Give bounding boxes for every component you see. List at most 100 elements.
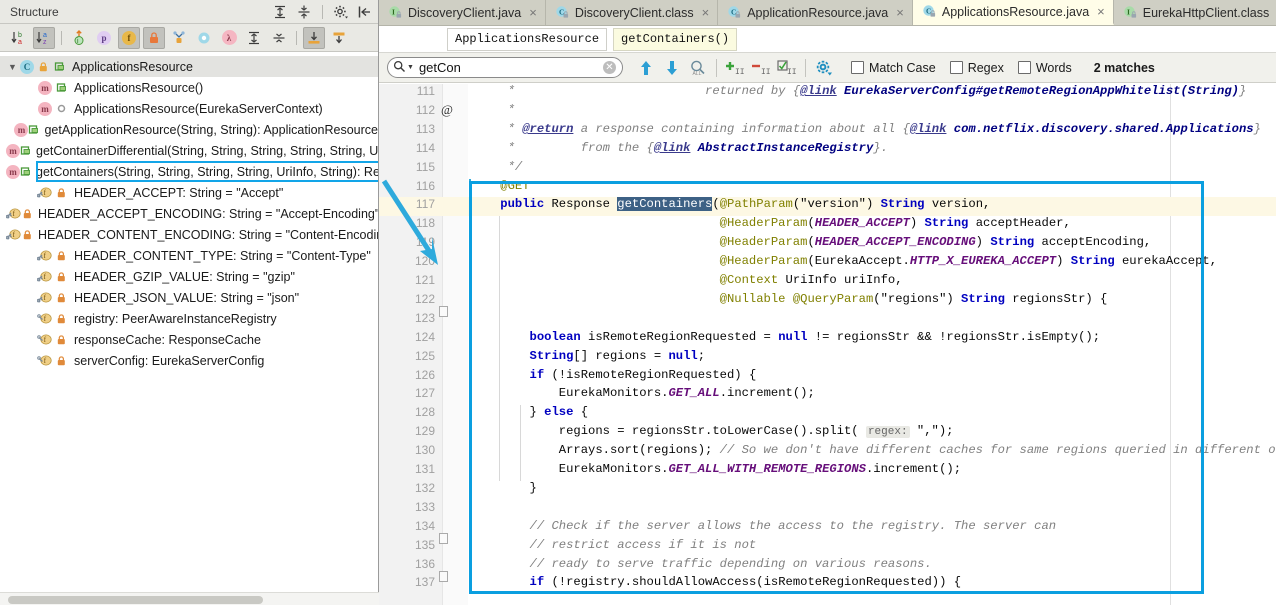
show-anonymous-classes-icon[interactable] xyxy=(193,27,215,49)
search-input[interactable] xyxy=(416,59,603,76)
words-checkbox[interactable]: Words xyxy=(1017,61,1072,75)
close-icon[interactable]: × xyxy=(529,5,537,20)
code-line[interactable]: 134 // Check if the server allows the ac… xyxy=(379,519,1276,538)
code-line[interactable]: 111 * returned by {@link EurekaServerCon… xyxy=(379,84,1276,103)
close-icon[interactable]: × xyxy=(702,5,710,20)
code-line[interactable]: 133 xyxy=(379,500,1276,519)
code-line[interactable]: 119 @HeaderParam(HEADER_ACCEPT_ENCODING)… xyxy=(379,235,1276,254)
regex-checkbox[interactable]: Regex xyxy=(949,61,1004,75)
gear-icon[interactable] xyxy=(811,56,837,80)
fold-marker[interactable] xyxy=(439,533,448,544)
structure-tree-item[interactable]: m getContainers(String, String, String, S… xyxy=(0,161,378,182)
code-line[interactable]: 129 regions = regionsStr.toLowerCase().s… xyxy=(379,424,1276,443)
sort-by-visibility-icon[interactable]: b a xyxy=(8,27,30,49)
code-line[interactable]: 116 @GET xyxy=(379,179,1276,198)
structure-horizontal-scrollbar[interactable] xyxy=(0,592,379,605)
editor-tab[interactable]: C ApplicationsResource.java × xyxy=(912,0,1114,25)
breadcrumb[interactable]: ApplicationsResource getContainers() xyxy=(379,26,1276,52)
tree-expander-icon[interactable]: ▼ xyxy=(6,62,19,72)
settings-gear-icon[interactable] xyxy=(332,3,350,21)
autoscroll-from-source-icon[interactable] xyxy=(328,27,350,49)
structure-tree-item[interactable]: ▼ C ApplicationsResource xyxy=(0,56,378,77)
scrollbar-thumb[interactable] xyxy=(8,596,263,604)
editor-tab[interactable]: C ApplicationResource.java × xyxy=(718,0,913,25)
select-all-occurrences-icon[interactable]: II xyxy=(774,56,800,80)
show-lambdas-icon[interactable]: λ xyxy=(218,27,240,49)
code-line[interactable]: 117 public Response getContainers(@PathP… xyxy=(379,197,1276,217)
code-line[interactable]: 128 } else { xyxy=(379,405,1276,424)
arrow-down-icon[interactable] xyxy=(659,56,685,80)
code-line[interactable]: 122 @Nullable @QueryParam("regions") Str… xyxy=(379,292,1276,311)
structure-tree-item[interactable]: m getApplicationResource(String, String):… xyxy=(0,119,378,140)
annotation-gutter-icon[interactable]: @ xyxy=(441,102,453,118)
chevron-down-icon[interactable]: ▼ xyxy=(407,64,414,71)
fold-marker[interactable] xyxy=(439,306,448,317)
editor-tab[interactable]: IEurekaHttpClient.class× xyxy=(1113,0,1276,25)
arrow-up-icon[interactable] xyxy=(633,56,659,80)
show-properties-icon[interactable]: p xyxy=(93,27,115,49)
code-line[interactable]: 120 @HeaderParam(EurekaAccept.HTTP_X_EUR… xyxy=(379,254,1276,273)
code-line[interactable]: 123 xyxy=(379,311,1276,330)
code-editor[interactable]: 111 * returned by {@link EurekaServerCon… xyxy=(379,84,1276,605)
code-line[interactable]: 124 boolean isRemoteRegionRequested = nu… xyxy=(379,330,1276,349)
code-line[interactable]: 115 */ xyxy=(379,160,1276,179)
show-non-public-icon[interactable] xyxy=(143,26,165,49)
editor-tab[interactable]: I DiscoveryClient.java × xyxy=(379,0,546,25)
structure-tree-item[interactable]: m ApplicationsResource() xyxy=(0,77,378,98)
code-line[interactable]: 126 if (!isRemoteRegionRequested) { xyxy=(379,368,1276,387)
structure-tree-item[interactable]: f HEADER_ACCEPT_ENCODING: String = "Accep… xyxy=(0,203,378,224)
code-line[interactable]: 114 * from the {@link AbstractInstanceRe… xyxy=(379,141,1276,160)
show-fields-icon[interactable]: f xyxy=(118,26,140,49)
checkbox-box[interactable] xyxy=(851,61,864,74)
search-input-wrapper[interactable]: ▼ ✕ xyxy=(387,57,623,78)
sort-alphabetically-icon[interactable]: a z xyxy=(33,26,55,49)
structure-tree-item[interactable]: f HEADER_CONTENT_TYPE: String = "Content-… xyxy=(0,245,378,266)
structure-tree-item[interactable]: f serverConfig: EurekaServerConfig xyxy=(0,350,378,371)
close-icon[interactable]: × xyxy=(1097,4,1105,19)
match-case-checkbox[interactable]: Match Case xyxy=(851,61,936,75)
code-line[interactable]: 136 // ready to serve traffic depending … xyxy=(379,557,1276,576)
add-selection-icon[interactable]: II xyxy=(722,56,748,80)
clear-x-icon[interactable]: ✕ xyxy=(603,61,616,74)
structure-tree-item[interactable]: m ApplicationsResource(EurekaServerContex… xyxy=(0,98,378,119)
fold-marker[interactable] xyxy=(439,571,448,582)
code-line[interactable]: 112 * xyxy=(379,103,1276,122)
editor-tab[interactable]: C DiscoveryClient.class × xyxy=(545,0,719,25)
autoscroll-to-source-icon[interactable] xyxy=(303,26,325,49)
structure-tree[interactable]: ▼ C ApplicationsResource m ApplicationsResou… xyxy=(0,53,378,591)
code-line[interactable]: 132 } xyxy=(379,481,1276,500)
checkbox-box[interactable] xyxy=(949,61,963,74)
editor-tab-bar[interactable]: I DiscoveryClient.java × C DiscoveryClient.c… xyxy=(379,0,1276,26)
structure-tree-item[interactable]: f HEADER_JSON_VALUE: String = "json" xyxy=(0,287,378,308)
code-line[interactable]: 137 if (!registry.shouldAllowAccess(isRe… xyxy=(379,575,1276,594)
checkbox-box[interactable] xyxy=(1017,61,1031,74)
collapse-all-icon[interactable] xyxy=(295,3,313,21)
code-line[interactable]: 130 Arrays.sort(regions); // So we don't… xyxy=(379,443,1276,462)
structure-tree-item[interactable]: f HEADER_CONTENT_ENCODING: String = "Cont… xyxy=(0,224,378,245)
code-lines[interactable]: 111 * returned by {@link EurekaServerCon… xyxy=(379,84,1276,605)
code-line[interactable]: 118 @HeaderParam(HEADER_ACCEPT) String a… xyxy=(379,216,1276,235)
group-methods-icon[interactable] xyxy=(168,27,190,49)
expand-all-icon[interactable] xyxy=(271,3,289,21)
hide-panel-icon[interactable] xyxy=(356,3,374,21)
expand-all-tree-icon[interactable] xyxy=(243,27,265,49)
breadcrumb-item[interactable]: ApplicationsResource xyxy=(447,27,608,51)
visibility-package-icon xyxy=(53,101,69,117)
structure-tree-item[interactable]: m getContainerDifferential(String, String… xyxy=(0,140,378,161)
code-line[interactable]: 113 * @return a response containing info… xyxy=(379,122,1276,141)
collapse-all-tree-icon[interactable] xyxy=(268,27,290,49)
find-all-icon[interactable]: ALL xyxy=(685,56,711,80)
code-line[interactable]: 121 @Context UriInfo uriInfo, xyxy=(379,273,1276,292)
code-line[interactable]: 135 // restrict access if it is not xyxy=(379,538,1276,557)
structure-tree-item[interactable]: f HEADER_ACCEPT: String = "Accept" xyxy=(0,182,378,203)
structure-tree-item[interactable]: f registry: PeerAwareInstanceRegistry xyxy=(0,308,378,329)
structure-tree-item[interactable]: f responseCache: ResponseCache xyxy=(0,329,378,350)
structure-tree-item[interactable]: f HEADER_GZIP_VALUE: String = "gzip" xyxy=(0,266,378,287)
code-line[interactable]: 125 String[] regions = null; xyxy=(379,349,1276,368)
close-icon[interactable]: × xyxy=(896,5,904,20)
code-line[interactable]: 127 EurekaMonitors.GET_ALL.increment(); xyxy=(379,386,1276,405)
breadcrumb-item[interactable]: getContainers() xyxy=(613,27,738,51)
show-inherited-icon[interactable]: i xyxy=(68,27,90,49)
remove-selection-icon[interactable]: II xyxy=(748,56,774,80)
code-line[interactable]: 131 EurekaMonitors.GET_ALL_WITH_REMOTE_R… xyxy=(379,462,1276,481)
